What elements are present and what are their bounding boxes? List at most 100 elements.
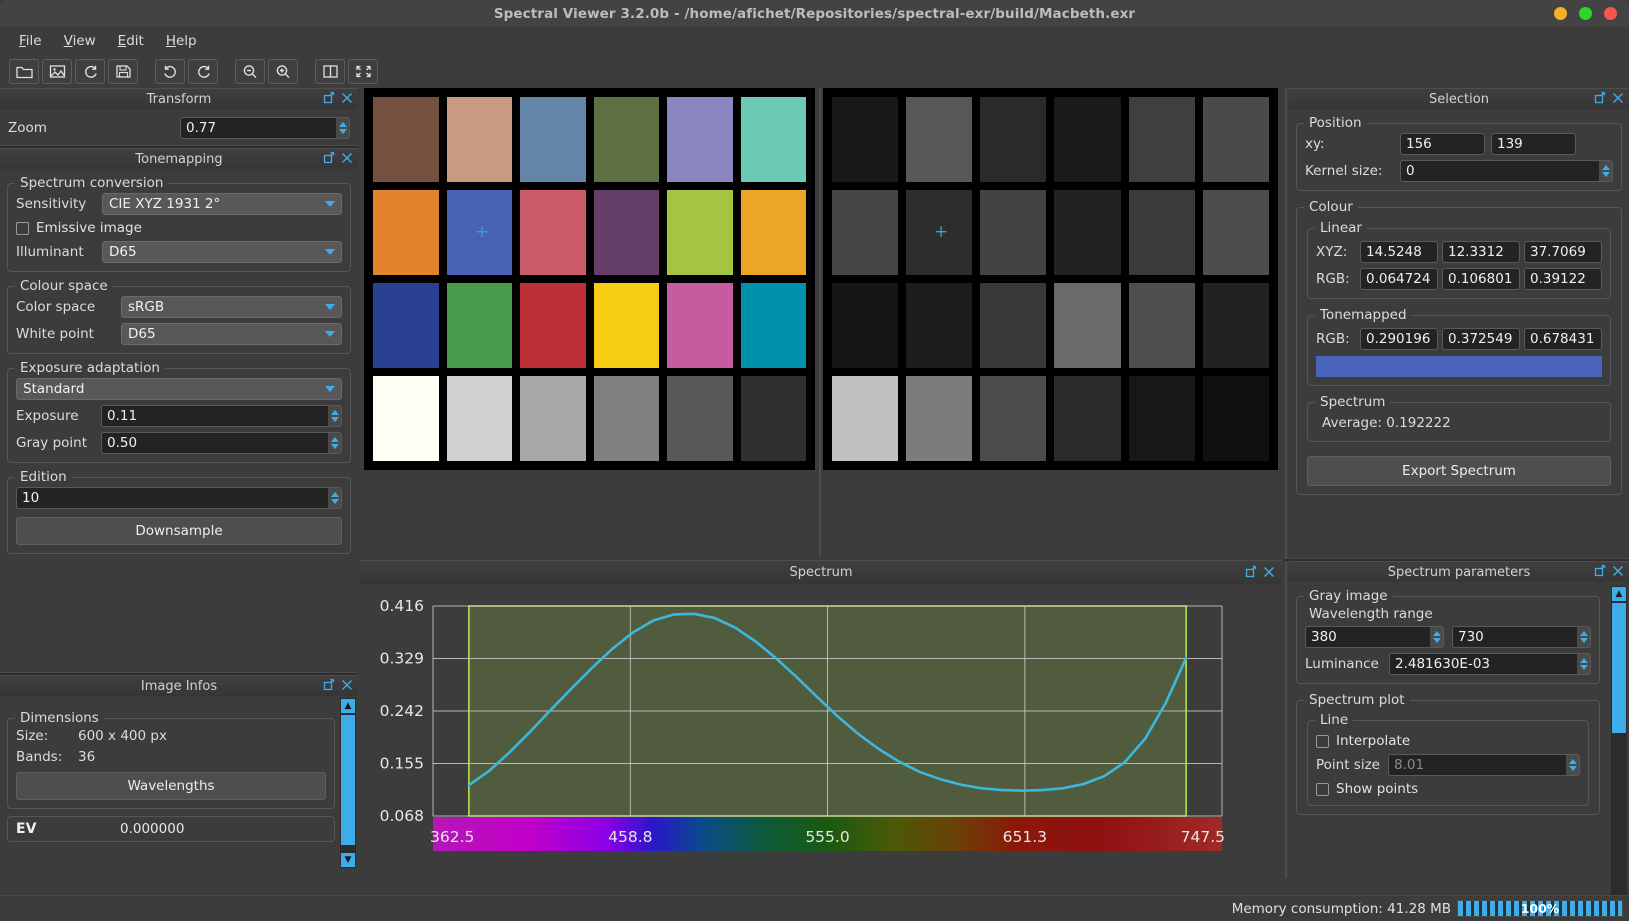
spectrum-plot[interactable]: 0.068 0.155 0.242 0.329 0.416 362.5 458.8 555.0… — [360, 584, 1282, 878]
position-y-input[interactable]: 139 — [1491, 133, 1576, 155]
tonemapped-rgb-b-input[interactable]: 0.678431 — [1524, 328, 1602, 350]
float-icon[interactable] — [1244, 565, 1258, 579]
macbeth-patch[interactable] — [1128, 376, 1195, 461]
macbeth-patch[interactable] — [520, 376, 586, 461]
scroll-up-arrow[interactable]: ▲ — [341, 699, 355, 713]
macbeth-patch[interactable] — [906, 376, 973, 461]
emissive-image-checkbox[interactable]: Emissive image — [16, 220, 142, 236]
macbeth-patch[interactable] — [832, 190, 899, 275]
macbeth-patch[interactable] — [1202, 283, 1269, 368]
macbeth-patch[interactable] — [1202, 190, 1269, 275]
macbeth-patch[interactable] — [906, 190, 973, 275]
macbeth-patch[interactable] — [667, 376, 733, 461]
downsample-factor-input[interactable]: 10 — [16, 487, 328, 509]
maximize-button[interactable] — [1579, 7, 1592, 20]
macbeth-patch[interactable] — [446, 190, 512, 275]
undo-icon[interactable] — [155, 59, 185, 84]
sensitivity-select[interactable]: CIE XYZ 1931 2° — [102, 193, 342, 215]
save-icon[interactable] — [108, 59, 138, 84]
zoom-input[interactable]: 0.77 — [180, 117, 336, 139]
close-icon[interactable] — [1611, 91, 1625, 105]
spectrum-parameters-scrollbar[interactable]: ▲ ▼ — [1611, 586, 1627, 921]
wavelength-max-stepper[interactable] — [1577, 626, 1591, 648]
xyz-z-input[interactable]: 37.7069 — [1524, 241, 1602, 263]
gray-point-input[interactable]: 0.50 — [101, 432, 328, 454]
kernel-size-stepper[interactable] — [1599, 160, 1613, 182]
downsample-factor-stepper[interactable] — [328, 487, 342, 509]
point-size-stepper[interactable] — [1566, 754, 1580, 776]
exposure-input[interactable]: 0.11 — [101, 405, 328, 427]
float-icon[interactable] — [322, 151, 336, 165]
macbeth-patch[interactable] — [373, 283, 439, 368]
open-image-icon[interactable] — [42, 59, 72, 84]
macbeth-patch[interactable] — [906, 283, 973, 368]
macbeth-patch[interactable] — [1128, 97, 1195, 182]
macbeth-patch[interactable] — [373, 376, 439, 461]
macbeth-patch[interactable] — [446, 376, 512, 461]
image-view-color[interactable]: + — [362, 88, 817, 556]
macbeth-patch[interactable] — [980, 190, 1047, 275]
macbeth-patch[interactable] — [740, 283, 806, 368]
zoom-in-icon[interactable] — [268, 59, 298, 84]
close-button[interactable] — [1604, 7, 1617, 20]
macbeth-patch[interactable] — [906, 97, 973, 182]
macbeth-patch[interactable] — [980, 376, 1047, 461]
gray-point-stepper[interactable] — [328, 432, 342, 454]
linear-rgb-b-input[interactable]: 0.39122 — [1524, 268, 1602, 290]
macbeth-patch[interactable] — [373, 97, 439, 182]
position-x-input[interactable]: 156 — [1400, 133, 1485, 155]
macbeth-patch[interactable] — [740, 376, 806, 461]
float-icon[interactable] — [1593, 91, 1607, 105]
color-space-select[interactable]: sRGB — [121, 296, 342, 318]
macbeth-patch[interactable] — [980, 283, 1047, 368]
scroll-down-arrow[interactable]: ▼ — [341, 853, 355, 867]
menu-view[interactable]: View — [55, 30, 105, 52]
zoom-stepper[interactable] — [336, 117, 350, 139]
float-icon[interactable] — [322, 91, 336, 105]
float-icon[interactable] — [1593, 564, 1607, 578]
macbeth-patch[interactable] — [446, 97, 512, 182]
menu-edit[interactable]: Edit — [109, 30, 153, 52]
tonemapped-rgb-g-input[interactable]: 0.372549 — [1442, 328, 1520, 350]
macbeth-patch[interactable] — [520, 283, 586, 368]
point-size-input[interactable]: 8.01 — [1388, 754, 1566, 776]
macbeth-patch[interactable] — [446, 283, 512, 368]
wavelength-min-input[interactable]: 380 — [1305, 626, 1430, 648]
macbeth-patch[interactable] — [593, 190, 659, 275]
menu-file[interactable]: File — [10, 30, 51, 52]
show-points-checkbox[interactable]: Show points — [1316, 781, 1418, 797]
wavelength-max-input[interactable]: 730 — [1452, 626, 1577, 648]
linear-rgb-g-input[interactable]: 0.106801 — [1442, 268, 1520, 290]
macbeth-patch[interactable] — [520, 97, 586, 182]
minimize-button[interactable] — [1554, 7, 1567, 20]
macbeth-patch[interactable] — [740, 97, 806, 182]
close-icon[interactable] — [340, 678, 354, 692]
macbeth-patch[interactable] — [593, 97, 659, 182]
macbeth-patch[interactable] — [740, 190, 806, 275]
image-infos-scrollbar[interactable]: ▲ ▼ — [340, 698, 356, 868]
image-view-gray[interactable]: + — [823, 88, 1282, 556]
macbeth-patch[interactable] — [980, 97, 1047, 182]
wavelengths-button[interactable]: Wavelengths — [16, 772, 326, 800]
illuminant-select[interactable]: D65 — [102, 241, 342, 263]
macbeth-patch[interactable] — [667, 97, 733, 182]
macbeth-patch[interactable] — [667, 283, 733, 368]
macbeth-patch[interactable] — [520, 190, 586, 275]
spectrum-plot-svg[interactable]: 0.068 0.155 0.242 0.329 0.416 362.5 458.8 555.0… — [360, 584, 1282, 878]
color-image-canvas[interactable]: + — [364, 88, 815, 470]
xyz-x-input[interactable]: 14.5248 — [1360, 241, 1438, 263]
split-view-icon[interactable] — [315, 59, 345, 84]
macbeth-patch[interactable] — [1054, 283, 1121, 368]
macbeth-patch[interactable] — [373, 190, 439, 275]
export-spectrum-button[interactable]: Export Spectrum — [1307, 456, 1611, 486]
xyz-y-input[interactable]: 12.3312 — [1442, 241, 1520, 263]
exposure-mode-select[interactable]: Standard — [16, 378, 342, 400]
open-folder-icon[interactable] — [9, 59, 39, 84]
reload-icon[interactable] — [75, 59, 105, 84]
macbeth-patch[interactable] — [1202, 376, 1269, 461]
macbeth-patch[interactable] — [1202, 97, 1269, 182]
macbeth-patch[interactable] — [593, 376, 659, 461]
exposure-stepper[interactable] — [328, 405, 342, 427]
macbeth-patch[interactable] — [832, 376, 899, 461]
float-icon[interactable] — [322, 678, 336, 692]
